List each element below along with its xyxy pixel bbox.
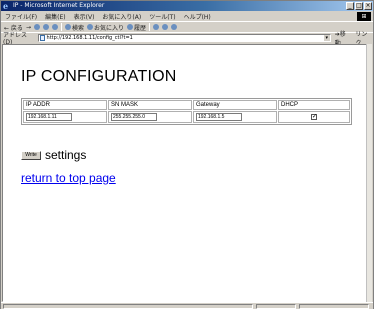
history-button[interactable]: 履歴	[127, 23, 146, 32]
header-gateway: Gateway	[193, 100, 277, 110]
cell-sn-mask	[108, 111, 192, 123]
toolbar: ← 戻る → 検索 お気に入り 履歴	[1, 21, 373, 32]
page-content: IP CONFIGURATION IP ADDR SN MASK Gateway…	[2, 44, 368, 302]
minimize-button[interactable]: _	[346, 2, 354, 10]
page-icon	[39, 35, 45, 41]
toolbar-separator	[149, 23, 151, 31]
cell-ip-addr	[23, 111, 107, 123]
history-icon	[127, 24, 133, 30]
toolbar-separator	[60, 23, 62, 31]
window-title: IP - Microsoft Internet Explorer	[13, 2, 105, 9]
cell-dhcp: ✓	[278, 111, 350, 123]
settings-label: settings	[45, 148, 87, 162]
gateway-input[interactable]	[196, 113, 242, 121]
address-bar: アドレス(D) http://192.168.1.11/config_ctl?t…	[1, 31, 373, 47]
menu-edit[interactable]: 編集(E)	[45, 12, 65, 21]
menu-file[interactable]: ファイル(F)	[5, 12, 37, 21]
print-icon[interactable]	[162, 24, 169, 30]
window-controls: _ □ ×	[346, 2, 372, 10]
edit-icon[interactable]	[171, 24, 178, 30]
history-label: 履歴	[134, 24, 147, 32]
cell-gateway	[193, 111, 277, 123]
menu-favorites[interactable]: お気に入り(A)	[102, 12, 141, 21]
write-button[interactable]: Write	[21, 150, 41, 160]
title-bar: e IP - Microsoft Internet Explorer _ □ ×	[1, 1, 373, 11]
maximize-button[interactable]: □	[355, 2, 363, 10]
favorites-label: お気に入り	[93, 24, 124, 32]
status-panel-main	[3, 304, 253, 309]
search-button[interactable]: 検索	[64, 23, 84, 32]
return-to-top-link[interactable]: return to top page	[21, 171, 116, 185]
home-icon[interactable]	[51, 24, 58, 30]
menu-bar: ファイル(F) 編集(E) 表示(V) お気に入り(A) ツール(T) ヘルプ(…	[1, 11, 373, 21]
windows-flag-icon: ⊞	[357, 12, 371, 21]
status-panel-2	[256, 304, 296, 309]
refresh-icon[interactable]	[42, 24, 49, 30]
address-url: http://192.168.1.11/config_ctl?t=1	[46, 35, 133, 41]
browser-window: e IP - Microsoft Internet Explorer _ □ ×…	[0, 0, 374, 309]
header-sn-mask: SN MASK	[108, 100, 192, 110]
status-panel-zone	[299, 304, 369, 309]
ip-addr-input[interactable]	[26, 113, 72, 121]
header-dhcp: DHCP	[278, 100, 350, 110]
search-label: 検索	[71, 24, 84, 32]
favorites-button[interactable]: お気に入り	[86, 23, 124, 32]
sn-mask-input[interactable]	[111, 113, 157, 121]
ie-logo-icon: e	[3, 1, 9, 11]
address-dropdown-icon[interactable]: ▾	[323, 35, 330, 41]
header-ip-addr: IP ADDR	[23, 100, 107, 110]
dhcp-checkbox[interactable]: ✓	[311, 114, 317, 120]
status-bar	[1, 302, 373, 309]
page-title: IP CONFIGURATION	[21, 68, 177, 85]
close-button[interactable]: ×	[364, 2, 372, 10]
favorites-icon	[86, 24, 93, 30]
menu-view[interactable]: 表示(V)	[74, 12, 95, 21]
table-header-row: IP ADDR SN MASK Gateway DHCP	[23, 100, 350, 110]
menu-help[interactable]: ヘルプ(H)	[184, 12, 211, 21]
table-row: ✓	[23, 111, 350, 123]
ip-config-table: IP ADDR SN MASK Gateway DHCP ✓	[21, 98, 352, 125]
write-settings-row: Write settings	[21, 148, 86, 162]
address-input[interactable]: http://192.168.1.11/config_ctl?t=1 ▾	[37, 34, 331, 42]
search-icon	[64, 24, 71, 30]
check-icon: ✓	[312, 114, 318, 120]
vertical-scrollbar[interactable]	[366, 44, 372, 302]
menu-tools[interactable]: ツール(T)	[149, 12, 175, 21]
mail-icon[interactable]	[153, 24, 160, 30]
